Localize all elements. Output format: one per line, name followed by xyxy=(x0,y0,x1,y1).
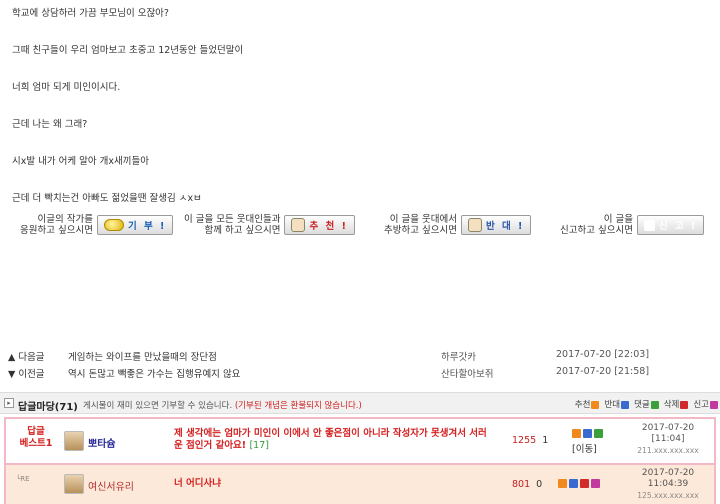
next-post-row: ▲ 다음글 게임하는 와이프를 만났을때의 장단점 하루갓카 2017-07-2… xyxy=(8,347,708,364)
comment-action-buttons xyxy=(558,479,600,488)
legend-report: 신고 xyxy=(693,398,718,410)
best-comments: 답글 베스트1 뽀타슘 제 생각에는 엄마가 미인이 이에서 안 좋은점이 아니… xyxy=(4,417,716,504)
post-line: 그때 친구들이 우리 엄마보고 초중고 12년동안 들었던말이 xyxy=(12,45,244,56)
prev-post-author[interactable]: 산타할아보쥐 xyxy=(441,366,493,380)
comment-timestamp: 2017-07-20 11:04:39 125.xxx.xxx.xxx xyxy=(637,468,699,500)
comments-title: 답글마당(71) xyxy=(18,402,78,413)
siren-icon xyxy=(643,219,655,231)
report-button[interactable]: 신 고 ! xyxy=(636,215,705,235)
post-line: 근데 더 빡치는건 아빠도 젊었을땐 잘생김 ㅅxㅂ xyxy=(12,193,202,204)
reply-square-icon xyxy=(650,400,659,409)
oppose-square-icon[interactable] xyxy=(569,479,578,488)
best-badge: 답글 베스트1 xyxy=(19,426,53,449)
comment-timestamp: 2017-07-20 [11:04] 211.xxx.xxx.xxx xyxy=(637,423,699,455)
recommend-square-icon xyxy=(591,400,600,409)
legend-oppose: 반대 xyxy=(604,398,630,410)
post-line: 근데 나는 왜 그래? xyxy=(12,119,88,130)
delete-square-icon[interactable] xyxy=(580,479,589,488)
comment-username[interactable]: 뽀타슘 xyxy=(88,435,116,450)
reply-square-icon[interactable] xyxy=(594,429,603,438)
reply-marker: └RE xyxy=(16,475,30,483)
toggle-icon[interactable]: ▸ xyxy=(4,398,14,408)
prev-post-label: ▼ 이전글 xyxy=(8,369,45,380)
recommend-square-icon[interactable] xyxy=(558,479,567,488)
next-post-date: 2017-07-20 [22:03] xyxy=(556,349,650,360)
reply-comment-row: └RE 여신서유리 너 어디사냐 801 0 2017-07-20 11:04:3… xyxy=(6,465,714,504)
comments-header: ▸ 답글마당(71) 게시물이 재미 있으면 기부할 수 있습니다. (기부된 … xyxy=(0,392,720,414)
oppose-square-icon[interactable] xyxy=(583,429,592,438)
donate-caption: 이글의 작가를 응원하고 싶으시면 xyxy=(20,214,93,236)
comment-vote-buttons xyxy=(572,429,603,438)
avatar[interactable] xyxy=(64,474,84,494)
oppose-caption: 이 글을 웃대에서 추방하고 싶으시면 xyxy=(384,214,457,236)
move-link[interactable]: [이동] xyxy=(572,441,597,455)
post-navigation: ▲ 다음글 게임하는 와이프를 만났을때의 장단점 하루갓카 2017-07-2… xyxy=(8,347,708,381)
report-square-icon[interactable] xyxy=(591,479,600,488)
report-caption: 이 글을 신고하고 싶으시면 xyxy=(560,214,633,236)
thumbs-down-icon xyxy=(467,218,482,232)
next-post-label: ▲ 다음글 xyxy=(8,352,45,363)
report-square-icon xyxy=(710,400,718,409)
legend-reply: 댓글 xyxy=(634,398,659,410)
donate-group: 이글의 작가를 응원하고 싶으시면 기 부 ! xyxy=(20,214,174,236)
reply-count[interactable]: [17] xyxy=(249,440,269,451)
post-actions: 이글의 작가를 응원하고 싶으시면 기 부 ! 이 글을 모든 웃대인들과 함께… xyxy=(0,214,720,244)
comment-score: 801 0 xyxy=(512,479,543,490)
oppose-square-icon xyxy=(621,400,630,409)
recommend-caption: 이 글을 모든 웃대인들과 함께 하고 싶으시면 xyxy=(184,214,281,236)
donate-button[interactable]: 기 부 ! xyxy=(96,215,174,235)
recommend-group: 이 글을 모든 웃대인들과 함께 하고 싶으시면 추 천 ! xyxy=(184,214,355,236)
recommend-square-icon[interactable] xyxy=(572,429,581,438)
post-line: 시x발 내가 어케 알아 개x새끼들아 xyxy=(12,156,149,167)
post-line: 너희 엄마 되게 미인이시다. xyxy=(12,82,121,93)
legend-delete: 삭제 xyxy=(664,398,689,410)
next-post-author[interactable]: 하루갓카 xyxy=(441,349,476,363)
next-post-link[interactable]: 게임하는 와이프를 만났을때의 장단점 xyxy=(68,349,217,363)
comment-text: 제 생각에는 엄마가 미인이 이에서 안 좋은점이 아니라 작성자가 못생겨서 … xyxy=(174,428,487,451)
thumbs-up-icon xyxy=(291,218,306,232)
prev-post-link[interactable]: 역시 돈많고 빽좋은 가수는 집행유예지 않요 xyxy=(68,366,240,380)
comment-text: 너 어디사냐 xyxy=(174,478,222,489)
comment-legend: 추천 반대 댓글 삭제 신고 xyxy=(575,398,718,410)
comment-username[interactable]: 여신서유리 xyxy=(88,478,134,493)
delete-square-icon xyxy=(680,400,689,409)
best-comment-row: 답글 베스트1 뽀타슘 제 생각에는 엄마가 미인이 이에서 안 좋은점이 아니… xyxy=(6,419,714,463)
avatar[interactable] xyxy=(64,431,84,451)
oppose-button[interactable]: 반 대 ! xyxy=(460,215,532,235)
post-line: 학교에 상담하러 가끔 부모님이 오잖아? xyxy=(12,8,169,19)
comment-score: 1255 1 xyxy=(512,435,549,446)
legend-recommend: 추천 xyxy=(575,398,600,410)
comments-notice: 게시물이 재미 있으면 기부할 수 있습니다. (기부된 개념은 환불되지 않습… xyxy=(83,401,362,411)
oppose-group: 이 글을 웃대에서 추방하고 싶으시면 반 대 ! xyxy=(384,214,532,236)
coin-icon xyxy=(103,219,124,231)
prev-post-row: ▼ 이전글 역시 돈많고 빽좋은 가수는 집행유예지 않요 산타할아보쥐 201… xyxy=(8,364,708,381)
prev-post-date: 2017-07-20 [21:58] xyxy=(556,366,650,377)
report-group: 이 글을 신고하고 싶으시면 신 고 ! xyxy=(560,214,705,236)
post-body: 학교에 상담하러 가끔 부모님이 오잖아? 그때 친구들이 우리 엄마보고 초중… xyxy=(12,8,702,230)
recommend-button[interactable]: 추 천 ! xyxy=(284,215,355,235)
